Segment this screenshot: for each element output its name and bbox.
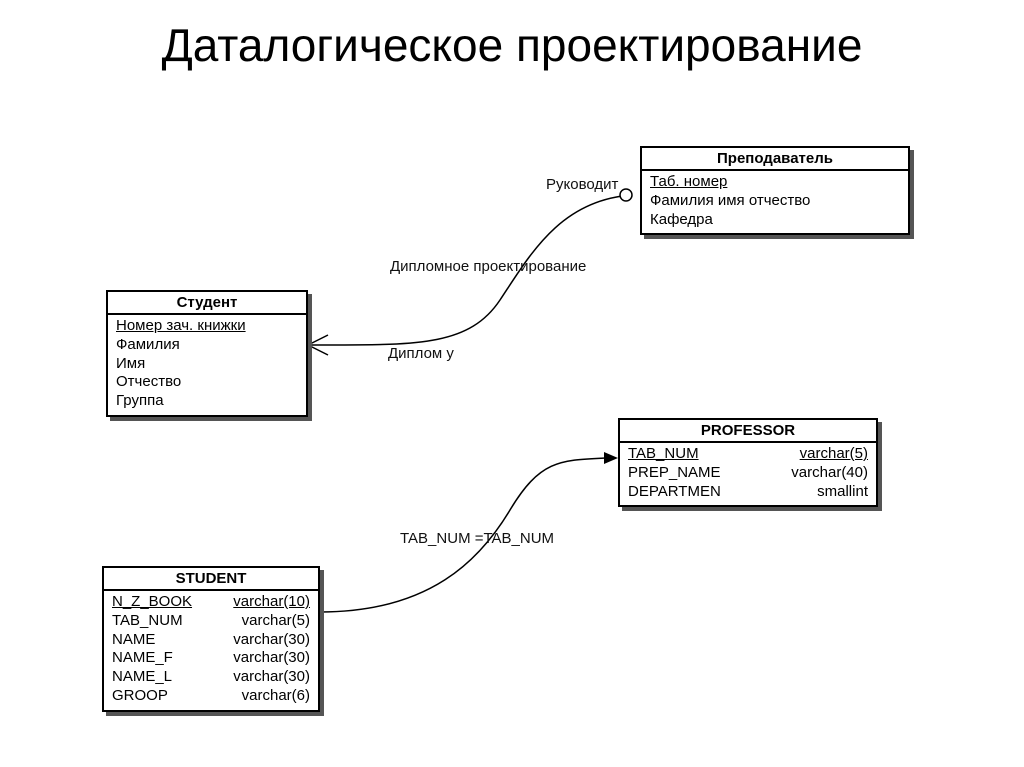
- entity-professor-en: PROFESSOR TAB_NUM varchar(5) PREP_NAME var…: [618, 418, 878, 507]
- rel-label-supervises: Руководит: [546, 176, 618, 193]
- entity-attr: Имя: [116, 355, 145, 374]
- col-name: TAB_NUM: [628, 445, 699, 464]
- entity-attr: Номер зач. книжки: [116, 317, 246, 336]
- entity-teacher-ru: Преподаватель Таб. номер Фамилия имя отч…: [640, 146, 910, 235]
- er-diagram: Руководит Дипломное проектирование Дипло…: [0, 0, 1024, 767]
- col-name: NAME_F: [112, 649, 173, 668]
- entity-attr: Отчество: [116, 373, 181, 392]
- col-type: varchar(10): [233, 593, 310, 612]
- col-type: varchar(30): [233, 631, 310, 650]
- rel-label-diploma-design: Дипломное проектирование: [390, 258, 586, 275]
- col-type: varchar(40): [791, 464, 868, 483]
- col-type: smallint: [817, 483, 868, 502]
- entity-body: Номер зач. книжки Фамилия Имя Отчество Г…: [108, 315, 306, 415]
- col-type: varchar(5): [242, 612, 310, 631]
- entity-attr: Группа: [116, 392, 164, 411]
- entity-header: Студент: [108, 292, 306, 315]
- col-name: TAB_NUM: [112, 612, 183, 631]
- col-type: varchar(30): [233, 649, 310, 668]
- entity-student-ru: Студент Номер зач. книжки Фамилия Имя От…: [106, 290, 308, 417]
- entity-attr: Фамилия: [116, 336, 180, 355]
- col-name: NAME_L: [112, 668, 172, 687]
- col-type: varchar(30): [233, 668, 310, 687]
- col-name: N_Z_BOOK: [112, 593, 192, 612]
- entity-header: Преподаватель: [642, 148, 908, 171]
- col-name: DEPARTMEN: [628, 483, 721, 502]
- entity-header: STUDENT: [104, 568, 318, 591]
- entity-body: N_Z_BOOK varchar(10) TAB_NUM varchar(5) NA…: [104, 591, 318, 710]
- entity-header: PROFESSOR: [620, 420, 876, 443]
- col-name: PREP_NAME: [628, 464, 721, 483]
- col-type: varchar(6): [242, 687, 310, 706]
- col-type: varchar(5): [800, 445, 868, 464]
- entity-attr: Фамилия имя отчество: [650, 192, 810, 211]
- entity-attr: Кафедра: [650, 211, 713, 230]
- entity-body: TAB_NUM varchar(5) PREP_NAME varchar(40) D…: [620, 443, 876, 505]
- rel-label-diploma-at: Диплом у: [388, 345, 454, 362]
- entity-student-en: STUDENT N_Z_BOOKvarchar(10) TAB_NUMvarch…: [102, 566, 320, 712]
- entity-attr: Таб. номер: [650, 173, 727, 192]
- col-name: GROOP: [112, 687, 168, 706]
- col-name: NAME: [112, 631, 155, 650]
- entity-body: Таб. номер Фамилия имя отчество Кафедра: [642, 171, 908, 233]
- rel-label-fk-join: TAB_NUM =TAB_NUM: [400, 530, 554, 547]
